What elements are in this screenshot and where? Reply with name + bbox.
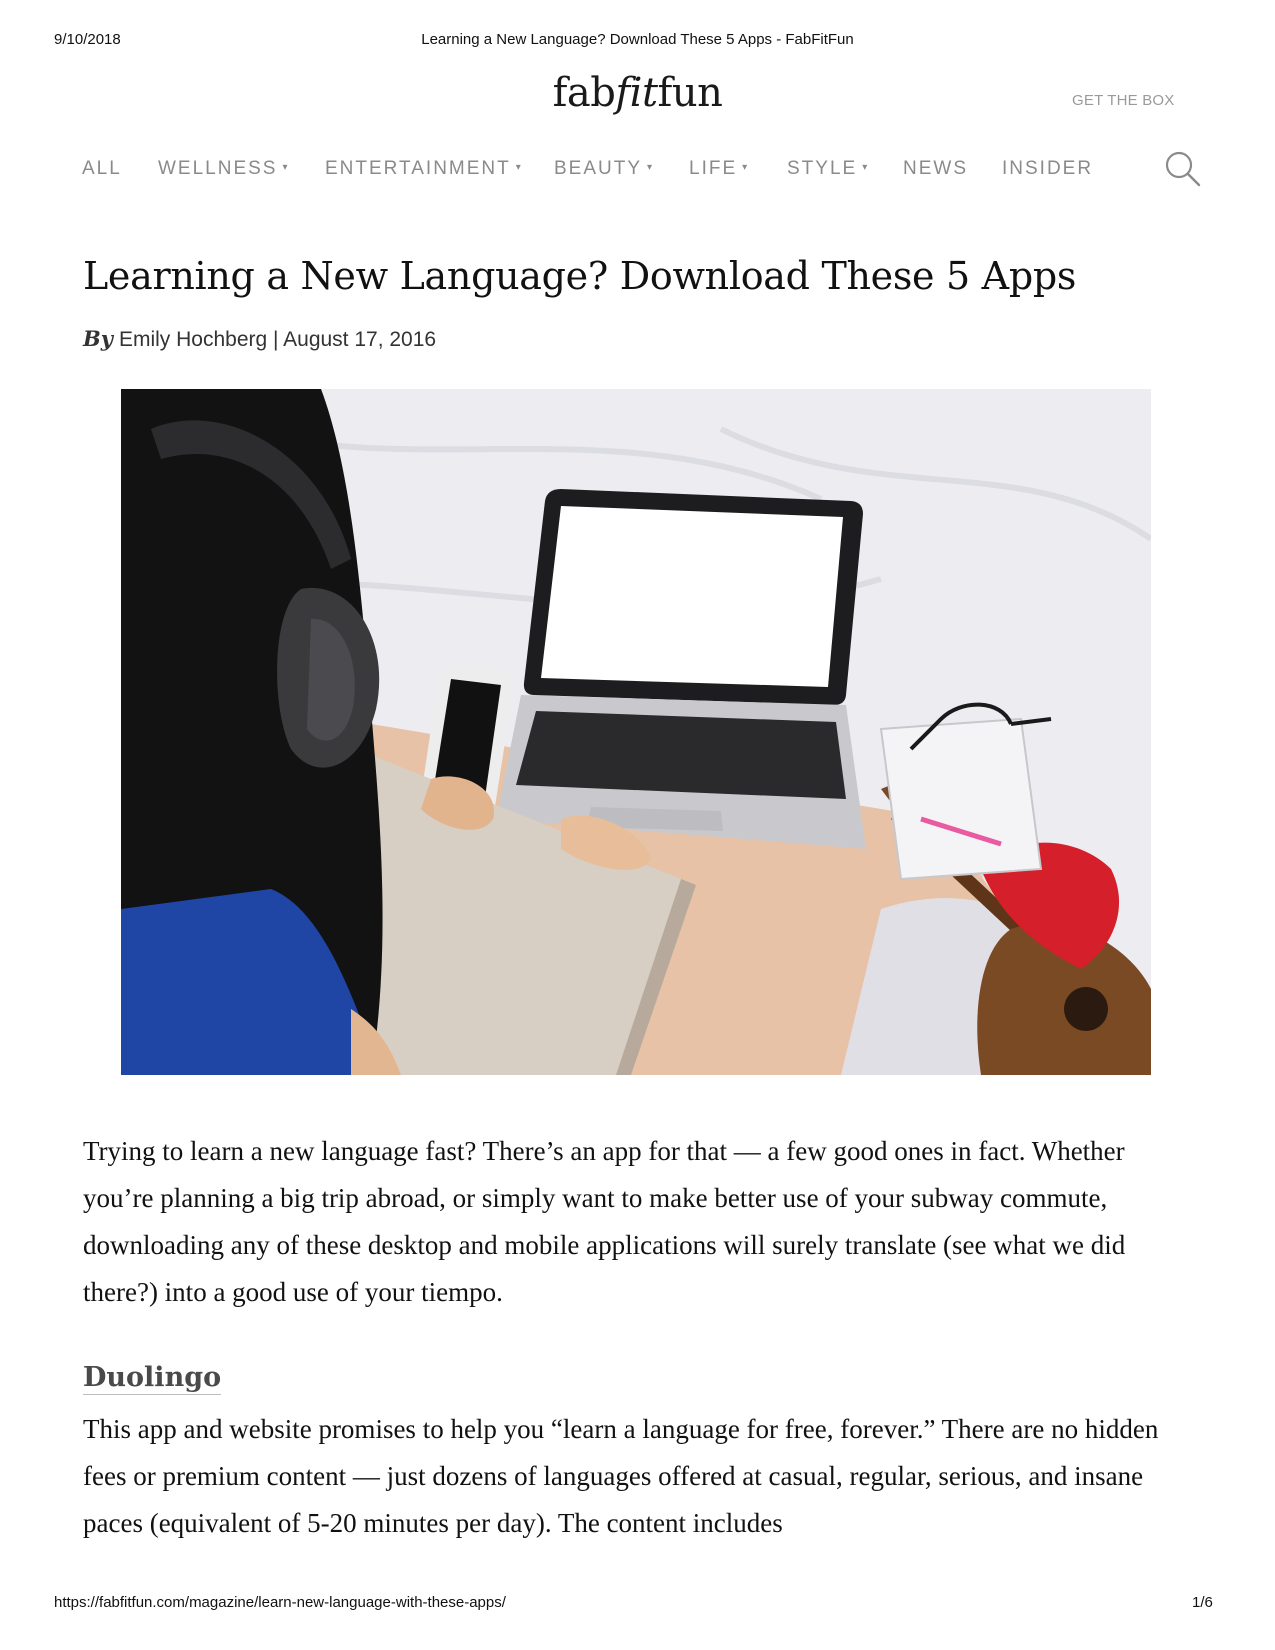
nav-label: STYLE <box>787 158 858 179</box>
logo-part-fit: fit <box>615 70 658 116</box>
print-page-title: Learning a New Language? Download These … <box>421 31 854 48</box>
caret-down-icon: ▾ <box>862 162 868 173</box>
nav-label: NEWS <box>903 158 968 179</box>
nav-item-all[interactable]: ALL <box>82 158 122 180</box>
nav-label: INSIDER <box>1002 158 1094 179</box>
article-byline: By Emily Hochberg | August 17, 2016 <box>83 326 436 352</box>
byline-prefix: By <box>83 326 113 351</box>
main-nav: ALL WELLNESS ▾ ENTERTAINMENT ▾ BEAUTY ▾ LIF… <box>82 158 1202 188</box>
logo-part-fun: fun <box>657 70 723 116</box>
nav-label: ENTERTAINMENT <box>325 158 511 179</box>
print-footer-url: https://fabfitfun.com/magazine/learn-new… <box>54 1594 506 1611</box>
article-headline: Learning a New Language? Download These … <box>83 254 1077 298</box>
article-paragraph-2: This app and website promises to help yo… <box>83 1414 1159 1538</box>
search-icon[interactable] <box>1164 150 1202 188</box>
caret-down-icon: ▾ <box>515 162 521 173</box>
nav-item-insider[interactable]: INSIDER <box>1002 158 1093 180</box>
nav-label: LIFE <box>689 158 738 179</box>
print-page-number: 1/6 <box>1192 1594 1213 1611</box>
caret-down-icon: ▾ <box>742 162 748 173</box>
nav-item-life[interactable]: LIFE ▾ <box>689 158 747 180</box>
nav-item-news[interactable]: NEWS <box>903 158 968 180</box>
byline-author-date: Emily Hochberg | August 17, 2016 <box>118 328 437 351</box>
nav-label: ALL <box>82 158 122 179</box>
nav-item-style[interactable]: STYLE ▾ <box>787 158 867 180</box>
hero-image <box>121 389 1151 1075</box>
caret-down-icon: ▾ <box>647 162 653 173</box>
app-heading-duolingo[interactable]: Duolingo <box>83 1362 222 1395</box>
nav-item-entertainment[interactable]: ENTERTAINMENT ▾ <box>325 158 521 180</box>
nav-label: BEAUTY <box>554 158 643 179</box>
nav-item-wellness[interactable]: WELLNESS ▾ <box>158 158 288 180</box>
article-paragraph-1: Trying to learn a new language fast? The… <box>83 1136 1126 1307</box>
caret-down-icon: ▾ <box>282 162 288 173</box>
nav-label: WELLNESS <box>158 158 278 179</box>
get-the-box-link[interactable]: GET THE BOX <box>1072 92 1175 109</box>
nav-item-beauty[interactable]: BEAUTY ▾ <box>554 158 652 180</box>
logo-part-fab: fab <box>552 70 616 116</box>
